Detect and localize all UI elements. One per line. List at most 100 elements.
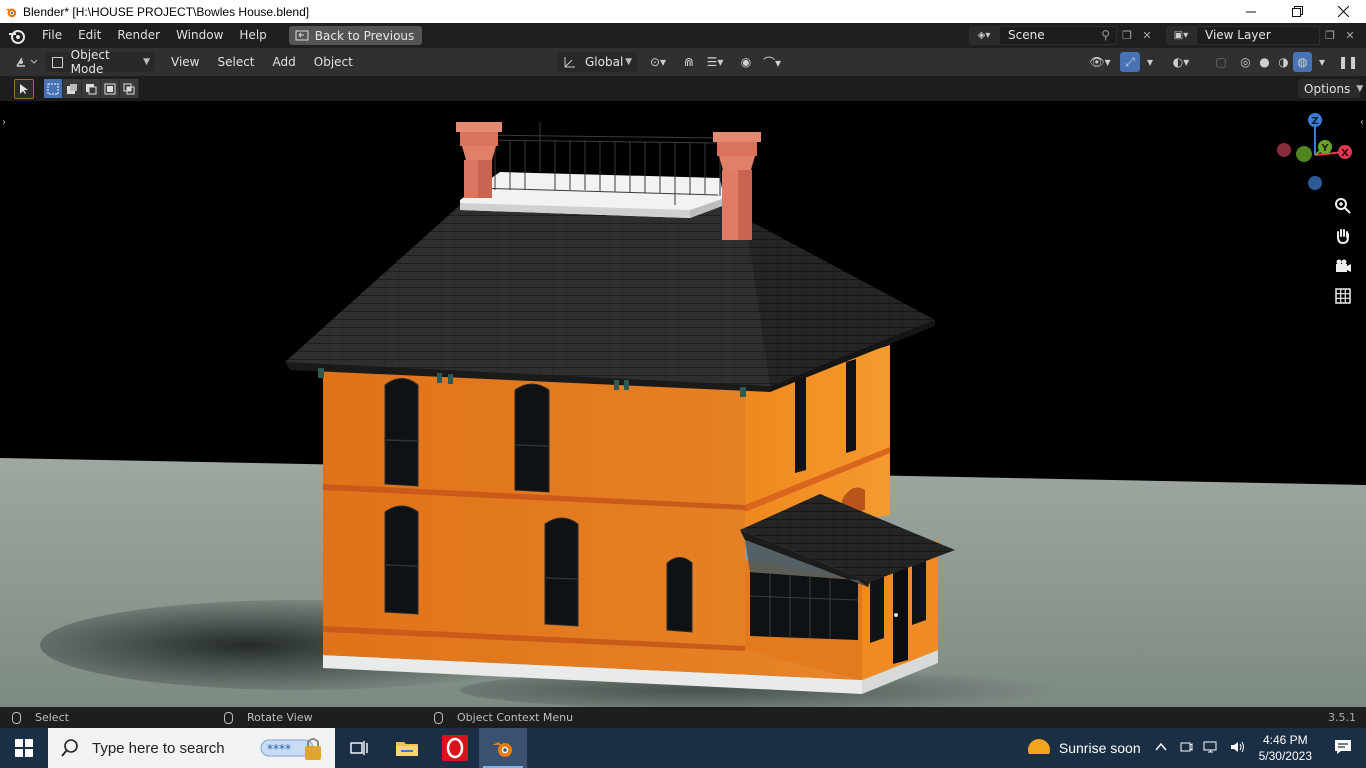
show-gizmo-icon[interactable]: ⤢ bbox=[1120, 52, 1140, 72]
select-subtract-icon[interactable] bbox=[82, 79, 101, 98]
opera-browser-button[interactable] bbox=[431, 728, 479, 768]
status-context-label: Object Context Menu bbox=[457, 711, 574, 724]
viewport-menu-view[interactable]: View bbox=[162, 55, 208, 69]
windows-taskbar: Type here to search **** Sunrise soon 4:… bbox=[0, 728, 1366, 768]
viewport-header: Object Mode ▼ View Select Add Object Glo… bbox=[0, 48, 1366, 76]
scene-icon: ◈▾ bbox=[977, 30, 991, 41]
sidebar-expand-icon[interactable]: ‹ bbox=[1360, 117, 1364, 128]
clock-date: 5/30/2023 bbox=[1258, 749, 1312, 763]
window-title-bar: Blender* [H:\HOUSE PROJECT\Bowles House.… bbox=[0, 0, 1366, 23]
file-explorer-icon bbox=[396, 742, 418, 756]
top-menu-bar: File Edit Render Window Help Back to Pre… bbox=[0, 23, 1366, 48]
blender-version: 3.5.1 bbox=[1328, 711, 1356, 724]
gizmo-y-label: Y bbox=[1320, 143, 1329, 154]
options-label: Options bbox=[1304, 81, 1351, 96]
tool-settings-row: Options ▼ bbox=[0, 76, 1366, 101]
rendered-shading-icon[interactable]: ◍ bbox=[1293, 52, 1312, 72]
status-bar: Select Rotate View Object Context Menu 3… bbox=[0, 707, 1366, 728]
viewport-menu-select[interactable]: Select bbox=[208, 55, 263, 69]
object-mode-dropdown[interactable]: Object Mode ▼ bbox=[46, 48, 154, 76]
3d-viewport[interactable]: › ‹ Z Y X bbox=[0, 101, 1366, 707]
gizmo-neg-y-axis[interactable] bbox=[1296, 146, 1312, 162]
xray-toggle-icon[interactable]: ▢ bbox=[1210, 52, 1232, 72]
object-mode-label: Object Mode bbox=[70, 48, 110, 76]
minimize-button[interactable] bbox=[1228, 0, 1274, 23]
zoom-icon[interactable] bbox=[1331, 194, 1355, 218]
menu-file[interactable]: File bbox=[34, 23, 70, 48]
view-layer-name-field[interactable]: View Layer bbox=[1196, 26, 1320, 45]
network-icon[interactable] bbox=[1203, 740, 1219, 757]
orthographic-grid-icon[interactable] bbox=[1331, 284, 1355, 308]
new-scene-icon[interactable]: ❐ bbox=[1117, 26, 1137, 45]
material-shading-icon[interactable]: ◑ bbox=[1274, 52, 1293, 72]
svg-text:****: **** bbox=[267, 742, 291, 756]
wireframe-shading-icon[interactable]: ◎ bbox=[1236, 52, 1255, 72]
blender-logo-icon[interactable] bbox=[8, 27, 26, 45]
weather-widget[interactable]: Sunrise soon bbox=[1024, 736, 1141, 760]
menu-edit[interactable]: Edit bbox=[70, 23, 109, 48]
solid-shading-icon[interactable]: ● bbox=[1255, 52, 1274, 72]
blender-taskbar-button[interactable] bbox=[479, 728, 527, 768]
visibility-icon[interactable]: 👁▾ bbox=[1084, 52, 1116, 72]
select-invert-icon[interactable] bbox=[101, 79, 120, 98]
falloff-icon[interactable]: ⌒▾ bbox=[758, 52, 786, 72]
select-extend-icon[interactable] bbox=[63, 79, 82, 98]
back-to-previous-label: Back to Previous bbox=[314, 28, 415, 43]
delete-scene-icon[interactable]: ✕ bbox=[1137, 26, 1157, 45]
viewport-navigation-tools bbox=[1331, 194, 1355, 314]
start-button[interactable] bbox=[0, 728, 48, 768]
select-intersect-icon[interactable] bbox=[120, 79, 139, 98]
pan-hand-icon[interactable] bbox=[1331, 224, 1355, 248]
back-to-previous-button[interactable]: Back to Previous bbox=[288, 26, 423, 45]
chevron-down-icon: ▼ bbox=[625, 57, 632, 67]
gizmo-neg-x-axis[interactable] bbox=[1277, 143, 1291, 157]
close-button[interactable] bbox=[1320, 0, 1366, 23]
restore-icon bbox=[1291, 6, 1303, 17]
proportional-edit-icon[interactable]: ◉ bbox=[736, 52, 756, 72]
show-hidden-icons-icon[interactable] bbox=[1155, 741, 1167, 755]
new-view-layer-icon[interactable]: ❐ bbox=[1320, 26, 1340, 45]
pause-render-icon[interactable]: ❚❚ bbox=[1338, 52, 1358, 72]
clock-time: 4:46 PM bbox=[1262, 733, 1308, 747]
transform-orientation-dropdown[interactable]: Global ▼ bbox=[557, 52, 637, 72]
menu-window[interactable]: Window bbox=[168, 23, 231, 48]
snap-toggle-icon[interactable]: ⋒ bbox=[678, 52, 700, 72]
toolbar-expand-icon[interactable]: › bbox=[2, 117, 6, 128]
pin-icon[interactable]: ⚲ bbox=[1101, 27, 1110, 44]
shading-options-chevron-icon[interactable]: ▾ bbox=[1314, 52, 1330, 72]
navigation-gizmo[interactable]: Z Y X bbox=[1270, 107, 1360, 197]
options-dropdown[interactable]: Options ▼ bbox=[1298, 79, 1363, 98]
scene-browse-button[interactable]: ◈▾ bbox=[969, 26, 999, 45]
gizmo-options-chevron-icon[interactable]: ▾ bbox=[1142, 52, 1158, 72]
close-icon bbox=[1337, 6, 1349, 17]
restore-button[interactable] bbox=[1274, 0, 1320, 23]
delete-view-layer-icon[interactable]: ✕ bbox=[1340, 26, 1360, 45]
camera-view-icon[interactable] bbox=[1331, 254, 1355, 278]
gizmo-neg-z-axis[interactable] bbox=[1308, 176, 1322, 190]
view-layer-browse-button[interactable]: ▣▾ bbox=[1166, 26, 1196, 45]
task-view-icon bbox=[350, 741, 368, 755]
viewport-menu-object[interactable]: Object bbox=[305, 55, 362, 69]
taskbar-search-box[interactable]: Type here to search **** bbox=[48, 728, 335, 768]
editor-type-icon bbox=[16, 57, 38, 67]
menu-help[interactable]: Help bbox=[231, 23, 274, 48]
system-tray: Sunrise soon 4:46 PM 5/30/2023 bbox=[1024, 728, 1366, 768]
meet-now-icon[interactable] bbox=[1179, 740, 1193, 757]
back-screen-icon bbox=[295, 30, 309, 40]
select-new-icon[interactable] bbox=[44, 79, 63, 98]
taskbar-clock[interactable]: 4:46 PM 5/30/2023 bbox=[1259, 732, 1312, 764]
notifications-icon[interactable] bbox=[1334, 739, 1352, 758]
overlays-icon[interactable]: ◐▾ bbox=[1166, 52, 1196, 72]
pivot-point-icon[interactable]: ⊙▾ bbox=[644, 52, 672, 72]
select-tool-button[interactable] bbox=[14, 79, 34, 99]
viewport-menu-add[interactable]: Add bbox=[264, 55, 305, 69]
selection-mode-group bbox=[44, 79, 140, 99]
view-layer-selector: ▣▾ View Layer ❐ ✕ bbox=[1166, 26, 1366, 45]
file-explorer-button[interactable] bbox=[383, 728, 431, 768]
volume-icon[interactable] bbox=[1229, 740, 1245, 757]
snap-target-icon[interactable]: ☰▾ bbox=[700, 52, 730, 72]
editor-type-button[interactable] bbox=[10, 52, 42, 72]
task-view-button[interactable] bbox=[335, 728, 383, 768]
scene-name-field[interactable]: Scene ⚲ bbox=[999, 26, 1117, 45]
menu-render[interactable]: Render bbox=[109, 23, 168, 48]
